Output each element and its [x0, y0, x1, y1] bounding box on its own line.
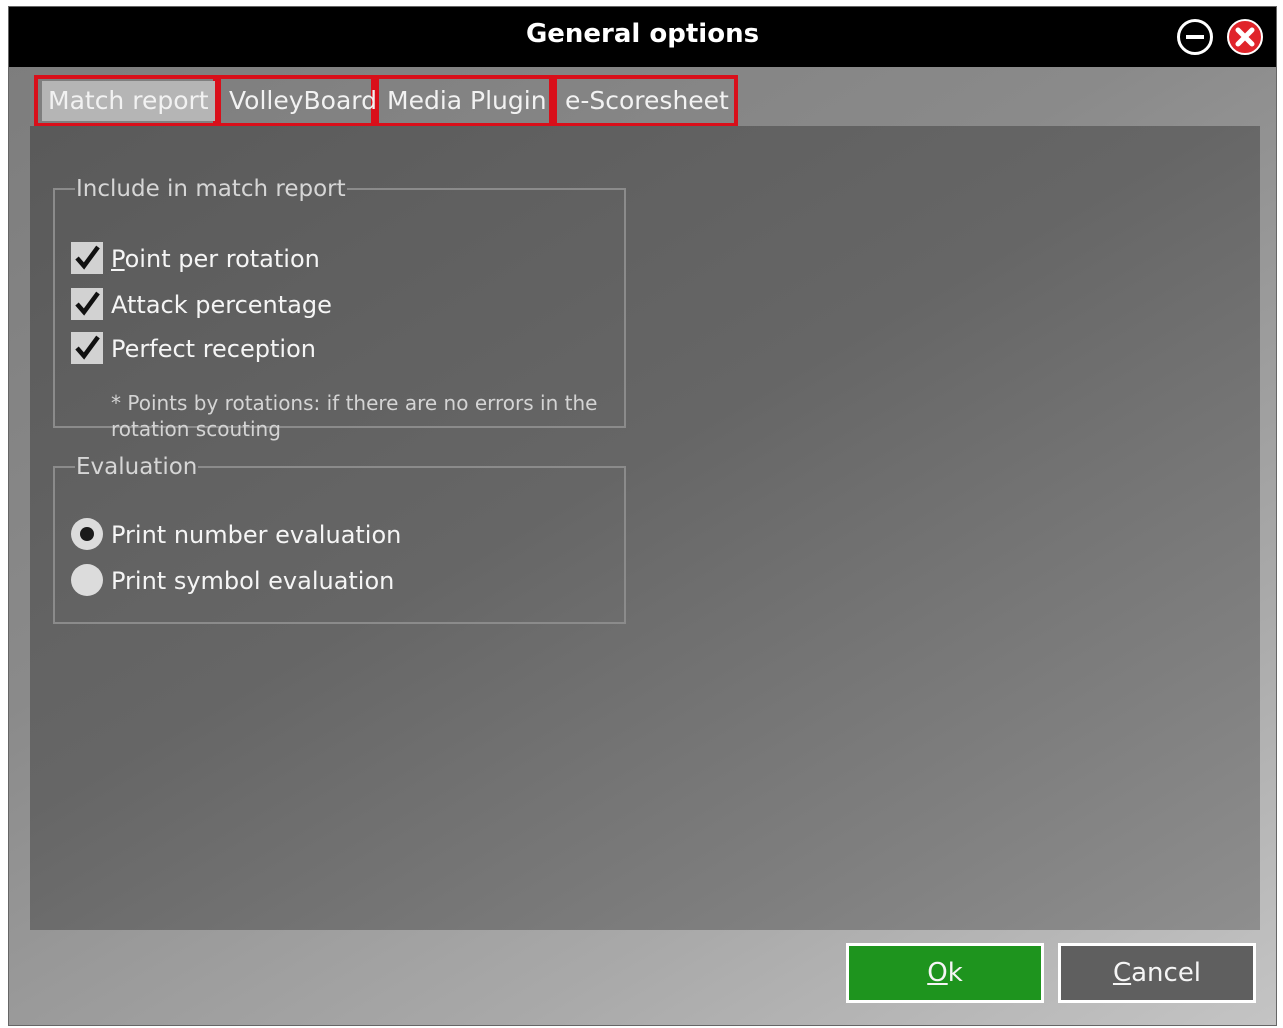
radio-label: Print number evaluation — [111, 521, 402, 549]
checkbox-box[interactable] — [71, 288, 103, 320]
cancel-label: ancel — [1131, 958, 1202, 988]
window-title: General options — [525, 19, 760, 49]
radio-button[interactable] — [71, 518, 103, 550]
checkbox-box[interactable] — [71, 242, 103, 274]
tab-volleyboard[interactable]: VolleyBoard — [217, 75, 377, 127]
rotation-note: * Points by rotations: if there are no e… — [111, 391, 598, 441]
close-button[interactable] — [1227, 19, 1263, 55]
tab-label: e-Scoresheet — [565, 86, 729, 115]
ok-label: k — [947, 958, 963, 988]
close-icon — [1235, 27, 1255, 47]
tab-e-scoresheet[interactable]: e-Scoresheet — [553, 75, 738, 127]
radio-button[interactable] — [71, 564, 103, 596]
tab-label: Match report — [42, 81, 215, 121]
evaluation-group: Evaluation Print number evaluation Print… — [53, 454, 626, 624]
tab-media-plugin[interactable]: Media Plugin — [375, 75, 553, 127]
checkmark-icon — [75, 245, 100, 270]
minimize-button[interactable] — [1177, 19, 1213, 55]
print-symbol-evaluation-radio[interactable]: Print symbol evaluation — [71, 564, 394, 598]
radio-label: Print symbol evaluation — [111, 567, 395, 595]
checkbox-box[interactable] — [71, 332, 103, 364]
general-options-window: General options Match report VolleyBoard… — [8, 6, 1277, 1026]
group-legend: Include in match report — [76, 176, 346, 202]
tab-content-panel: Include in match report Point per rotati… — [30, 126, 1260, 930]
ok-button[interactable]: Ok — [846, 943, 1044, 1003]
tab-match-report[interactable]: Match report — [34, 75, 217, 127]
print-number-evaluation-radio[interactable]: Print number evaluation — [71, 518, 401, 552]
radio-selected-dot — [80, 527, 94, 541]
tab-label: VolleyBoard — [229, 86, 377, 115]
title-bar: General options — [9, 7, 1276, 67]
cancel-button[interactable]: Cancel — [1058, 943, 1256, 1003]
tab-label: Media Plugin — [387, 86, 547, 115]
cancel-label-mnemonic: C — [1112, 958, 1132, 988]
checkbox-label: Attack percentage — [111, 291, 332, 319]
point-per-rotation-checkbox[interactable]: Point per rotation — [71, 242, 320, 276]
perfect-reception-checkbox[interactable]: Perfect reception — [71, 332, 316, 366]
attack-percentage-checkbox[interactable]: Attack percentage — [71, 288, 332, 322]
checkbox-label: Perfect reception — [111, 335, 316, 363]
ok-label-mnemonic: O — [927, 958, 948, 988]
checkmark-icon — [75, 291, 100, 316]
checkmark-icon — [75, 335, 100, 360]
checkbox-label: Point per rotation — [111, 245, 320, 273]
minimize-icon — [1186, 35, 1204, 39]
group-legend: Evaluation — [76, 454, 198, 480]
include-in-match-report-group: Include in match report Point per rotati… — [53, 176, 626, 441]
